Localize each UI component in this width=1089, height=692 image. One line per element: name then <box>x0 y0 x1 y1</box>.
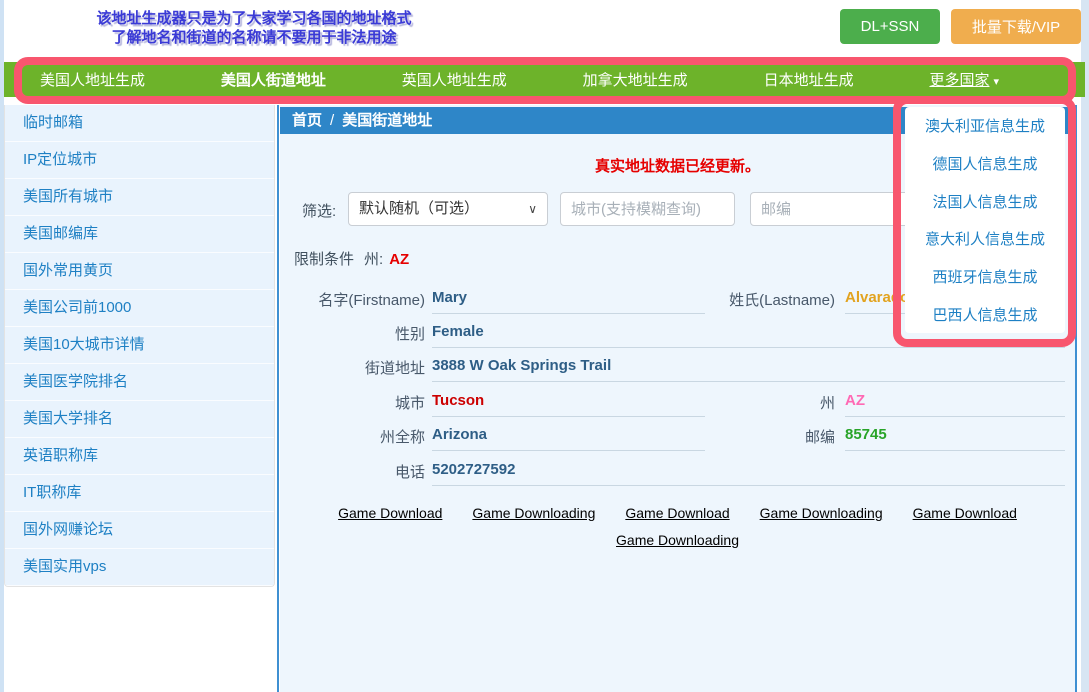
state-full-label: 州全称 <box>280 426 425 447</box>
zip-label: 邮编 <box>700 426 835 447</box>
page: 该地址生成器只是为了大家学习各国的地址格式 了解地名和街道的名称请不要用于非法用… <box>0 0 1089 692</box>
game-link[interactable]: Game Downloading <box>616 532 739 548</box>
caret-down-icon: ▾ <box>993 76 999 88</box>
sidebar-item-link[interactable]: 国外常用黄页 <box>23 262 113 279</box>
sidebar-item-link[interactable]: IP定位城市 <box>23 151 97 168</box>
city-label: 城市 <box>280 392 425 413</box>
sidebar-item-link[interactable]: 美国所有城市 <box>23 188 113 205</box>
street-value: 3888 W Oak Springs Trail <box>432 353 1065 382</box>
dl-ssn-button[interactable]: DL+SSN <box>840 9 940 44</box>
sidebar-item[interactable]: 美国邮编库 <box>5 216 274 253</box>
nav-item[interactable]: 英国人地址生成 <box>402 69 511 90</box>
dropdown-item[interactable]: 巴西人信息生成 <box>905 295 1065 333</box>
sidebar-item[interactable]: 美国公司前1000 <box>5 290 274 327</box>
sidebar-item[interactable]: 美国所有城市 <box>5 179 274 216</box>
sidebar-item[interactable]: 美国大学排名 <box>5 401 274 438</box>
game-links-row2: Game Downloading <box>280 532 1075 548</box>
sidebar-item[interactable]: 美国实用vps <box>5 549 274 586</box>
game-link[interactable]: Game Download <box>625 505 729 521</box>
sidebar-list: 临时邮箱 IP定位城市 美国所有城市 美国邮编库 国外常用黄页 美国公司前100… <box>5 105 274 586</box>
city-search-input[interactable] <box>560 192 735 226</box>
dropdown-item[interactable]: 法国人信息生成 <box>905 182 1065 220</box>
state-full-value: Arizona <box>432 422 705 451</box>
form-row-street: 街道地址 3888 W Oak Springs Trail <box>280 353 1075 383</box>
header: 该地址生成器只是为了大家学习各国的地址格式 了解地名和街道的名称请不要用于非法用… <box>4 0 1081 62</box>
constraint-row: 限制条件州: AZ <box>294 248 409 269</box>
form-row-statefull-zip: 州全称 Arizona 邮编 85745 <box>280 422 1075 452</box>
firstname-value: Mary <box>432 285 705 314</box>
phone-value: 5202727592 <box>432 457 1065 486</box>
dropdown-item[interactable]: 意大利人信息生成 <box>905 220 1065 258</box>
filter-select-value: 默认随机（可选） <box>359 200 479 217</box>
nav-item[interactable]: 加拿大地址生成 <box>583 69 692 90</box>
state-value: AZ <box>845 388 1065 417</box>
sidebar-item[interactable]: IT职称库 <box>5 475 274 512</box>
dropdown-item[interactable]: 德国人信息生成 <box>905 145 1065 183</box>
phone-label: 电话 <box>280 461 425 482</box>
more-countries-dropdown: 澳大利亚信息生成德国人信息生成法国人信息生成意大利人信息生成西班牙信息生成巴西人… <box>905 107 1065 333</box>
main-nav: 美国人地址生成 美国人街道地址 英国人地址生成 加拿大地址生成 日本地址生成 更… <box>4 62 1085 97</box>
page-edge-right <box>1081 0 1089 692</box>
sidebar-item[interactable]: IP定位城市 <box>5 142 274 179</box>
sidebar-item[interactable]: 国外常用黄页 <box>5 253 274 290</box>
sidebar-item-link[interactable]: 美国医学院排名 <box>23 373 128 390</box>
sidebar-item-link[interactable]: 美国公司前1000 <box>23 299 131 316</box>
dropdown-item[interactable]: 西班牙信息生成 <box>905 258 1065 296</box>
game-link[interactable]: Game Download <box>913 505 1017 521</box>
street-label: 街道地址 <box>280 357 425 378</box>
sidebar: 临时邮箱 IP定位城市 美国所有城市 美国邮编库 国外常用黄页 美国公司前100… <box>4 105 275 587</box>
state-label: 州 <box>700 392 835 413</box>
sidebar-item-link[interactable]: 英语职称库 <box>23 447 98 464</box>
game-links-row1: Game Download Game Downloading Game Downlo… <box>280 505 1075 521</box>
sidebar-item[interactable]: 美国10大城市详情 <box>5 327 274 364</box>
form-row-phone: 电话 5202727592 <box>280 457 1075 487</box>
game-link[interactable]: Game Download <box>338 505 442 521</box>
breadcrumb-separator: / <box>330 112 334 129</box>
sidebar-item[interactable]: 临时邮箱 <box>5 105 274 142</box>
sidebar-item-link[interactable]: 美国邮编库 <box>23 225 98 242</box>
sidebar-item[interactable]: 国外网赚论坛 <box>5 512 274 549</box>
constraint-field: 州: <box>364 251 383 268</box>
content-divider <box>277 105 279 692</box>
disclaimer-line1: 该地址生成器只是为了大家学习各国的地址格式 <box>59 9 449 28</box>
zip-value: 85745 <box>845 422 1065 451</box>
constraint-value: AZ <box>389 251 409 268</box>
firstname-label: 名字(Firstname) <box>280 289 425 310</box>
gender-label: 性别 <box>280 323 425 344</box>
constraint-label: 限制条件 <box>294 251 354 268</box>
game-link[interactable]: Game Downloading <box>472 505 595 521</box>
zip-search-input[interactable] <box>750 192 920 226</box>
sidebar-item-link[interactable]: 美国10大城市详情 <box>23 336 145 353</box>
nav-item[interactable]: 日本地址生成 <box>764 69 858 90</box>
sidebar-item[interactable]: 美国医学院排名 <box>5 364 274 401</box>
sidebar-item-link[interactable]: IT职称库 <box>23 484 81 501</box>
game-link[interactable]: Game Downloading <box>760 505 883 521</box>
filter-label: 筛选: <box>302 200 336 221</box>
filter-select[interactable]: 默认随机（可选） ∨ <box>348 192 548 226</box>
disclaimer-text: 该地址生成器只是为了大家学习各国的地址格式 了解地名和街道的名称请不要用于非法用… <box>59 9 449 47</box>
nav-item[interactable]: 美国人地址生成 <box>40 69 149 90</box>
nav-item[interactable]: 更多国家▾ <box>929 69 999 90</box>
city-value: Tucson <box>432 388 705 417</box>
breadcrumb-current: 美国街道地址 <box>342 112 432 129</box>
batch-download-vip-button[interactable]: 批量下载/VIP <box>951 9 1081 44</box>
disclaimer-line2: 了解地名和街道的名称请不要用于非法用途 <box>59 28 449 47</box>
sidebar-item-link[interactable]: 临时邮箱 <box>23 114 83 131</box>
form-row-city-state: 城市 Tucson 州 AZ <box>280 388 1075 418</box>
sidebar-item-link[interactable]: 美国大学排名 <box>23 410 113 427</box>
chevron-down-icon: ∨ <box>528 193 537 225</box>
sidebar-item-link[interactable]: 国外网赚论坛 <box>23 521 113 538</box>
dropdown-item[interactable]: 澳大利亚信息生成 <box>905 107 1065 145</box>
sidebar-item-link[interactable]: 美国实用vps <box>23 558 106 575</box>
nav-list: 美国人地址生成 美国人街道地址 英国人地址生成 加拿大地址生成 日本地址生成 更… <box>4 62 1085 97</box>
nav-item[interactable]: 美国人街道地址 <box>221 69 330 90</box>
lastname-label: 姓氏(Lastname) <box>700 289 835 310</box>
breadcrumb-home-link[interactable]: 首页 <box>292 112 322 129</box>
sidebar-item[interactable]: 英语职称库 <box>5 438 274 475</box>
